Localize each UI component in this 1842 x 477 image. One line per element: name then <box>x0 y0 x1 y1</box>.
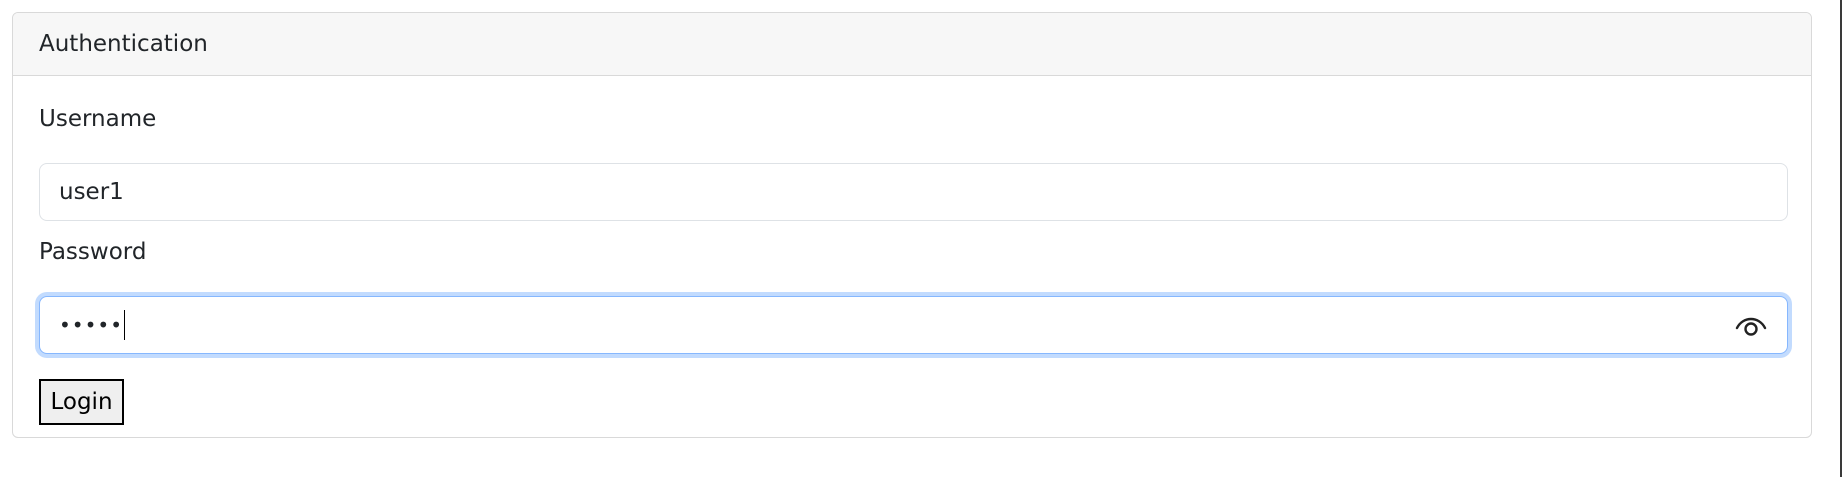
card-header: Authentication <box>13 13 1811 76</box>
card-title: Authentication <box>39 31 208 57</box>
username-input[interactable]: user1 <box>39 163 1788 221</box>
username-value: user1 <box>59 179 124 205</box>
password-input[interactable]: ••••• <box>39 296 1788 354</box>
authentication-card: Authentication Username user1 Password •… <box>12 12 1812 438</box>
password-label: Password <box>39 239 147 265</box>
username-label: Username <box>39 106 157 132</box>
eye-icon[interactable] <box>1735 313 1767 339</box>
text-caret <box>123 310 125 340</box>
password-value: ••••• <box>59 313 123 337</box>
login-button[interactable]: Login <box>39 379 124 425</box>
